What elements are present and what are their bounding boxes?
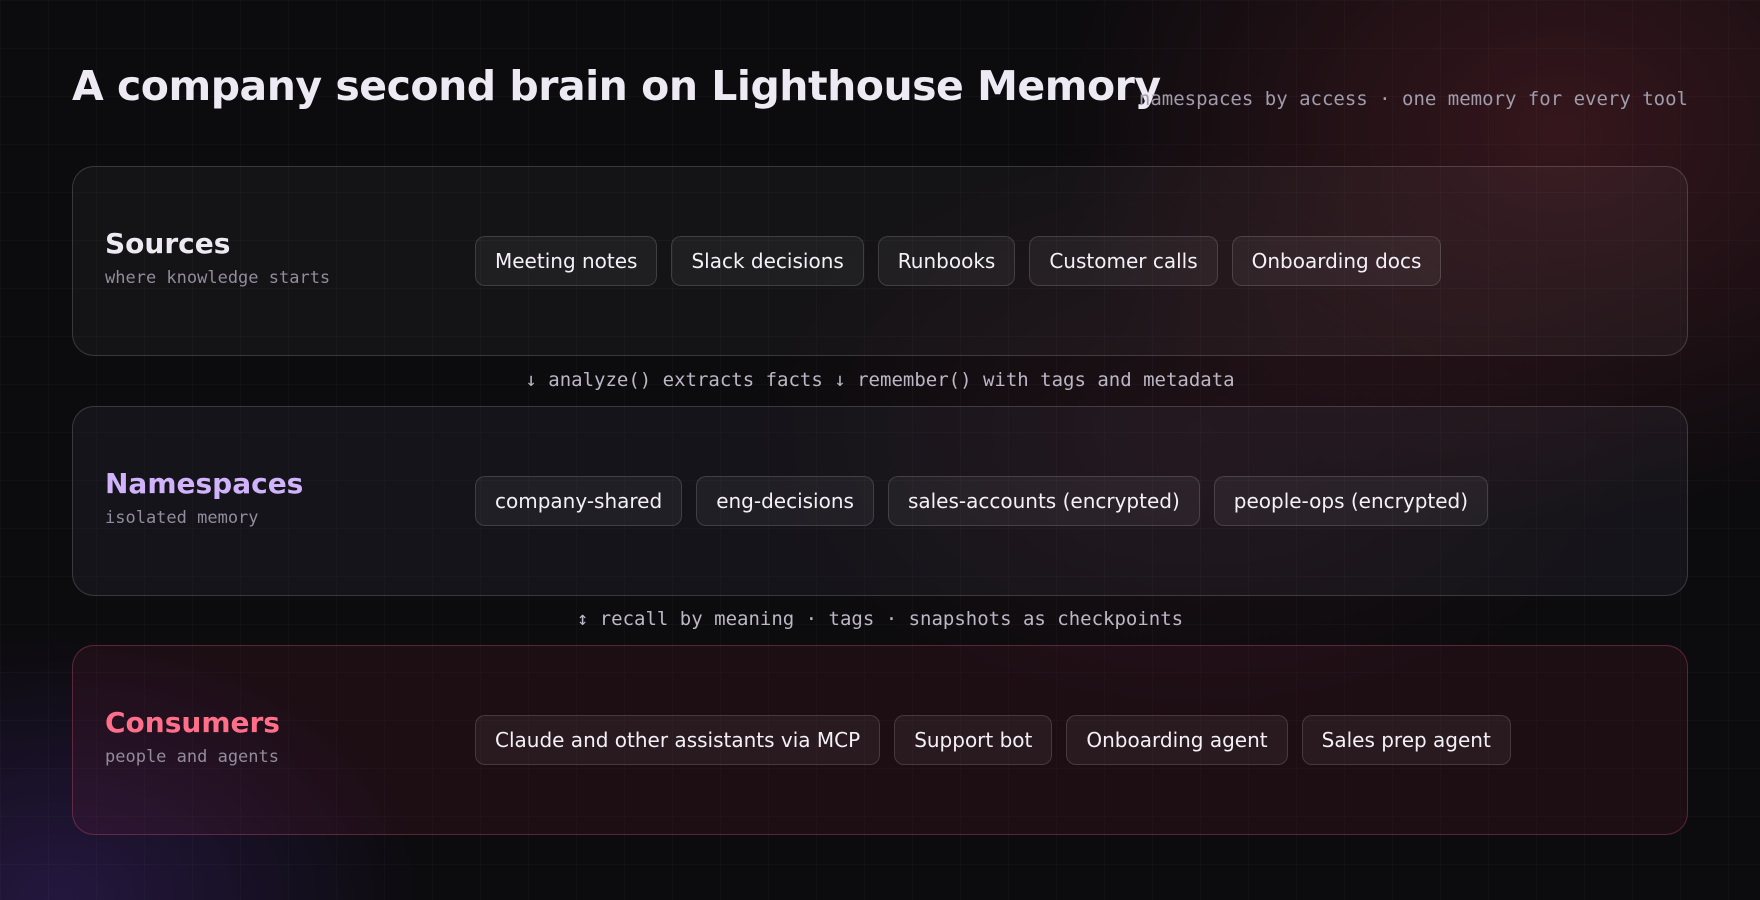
page-title: A company second brain on Lighthouse Mem…: [72, 62, 1161, 110]
connector-sources-to-namespaces: ↓ analyze() extracts facts ↓ remember() …: [525, 369, 1235, 391]
chip-onboarding-agent: Onboarding agent: [1066, 715, 1288, 765]
sources-panel: Sources where knowledge starts Meeting n…: [72, 166, 1688, 356]
consumers-chip-list: Claude and other assistants via MCP Supp…: [475, 715, 1511, 765]
page-subtitle: namespaces by access · one memory for ev…: [1138, 88, 1688, 110]
sources-label-group: Sources where knowledge starts: [105, 227, 331, 288]
connector-namespaces-to-consumers: ↕ recall by meaning · tags · snapshots a…: [576, 608, 1184, 630]
chip-people-ops: people-ops (encrypted): [1213, 476, 1489, 526]
consumers-description: people and agents: [105, 746, 279, 767]
chip-slack-decisions: Slack decisions: [671, 236, 864, 286]
chip-sales-accounts: sales-accounts (encrypted): [887, 476, 1200, 526]
sources-description: where knowledge starts: [105, 267, 331, 288]
chip-company-shared: company-shared: [475, 476, 683, 526]
consumers-panel: Consumers people and agents Claude and o…: [72, 645, 1688, 835]
namespaces-title: Namespaces: [105, 467, 304, 500]
chip-eng-decisions: eng-decisions: [696, 476, 874, 526]
chip-support-bot: Support bot: [894, 715, 1053, 765]
sources-title: Sources: [105, 227, 231, 260]
chip-sales-prep-agent: Sales prep agent: [1301, 715, 1511, 765]
chip-claude-assistants: Claude and other assistants via MCP: [475, 715, 881, 765]
consumers-title: Consumers: [105, 706, 280, 739]
namespaces-panel: Namespaces isolated memory company-share…: [72, 406, 1688, 596]
namespaces-description: isolated memory: [105, 507, 259, 528]
sources-chip-list: Meeting notes Slack decisions Runbooks C…: [475, 236, 1442, 286]
chip-meeting-notes: Meeting notes: [475, 236, 658, 286]
namespaces-label-group: Namespaces isolated memory: [105, 467, 304, 528]
namespaces-chip-list: company-shared eng-decisions sales-accou…: [475, 476, 1489, 526]
chip-customer-calls: Customer calls: [1029, 236, 1218, 286]
chip-runbooks: Runbooks: [877, 236, 1016, 286]
chip-onboarding-docs: Onboarding docs: [1231, 236, 1442, 286]
consumers-label-group: Consumers people and agents: [105, 706, 280, 767]
